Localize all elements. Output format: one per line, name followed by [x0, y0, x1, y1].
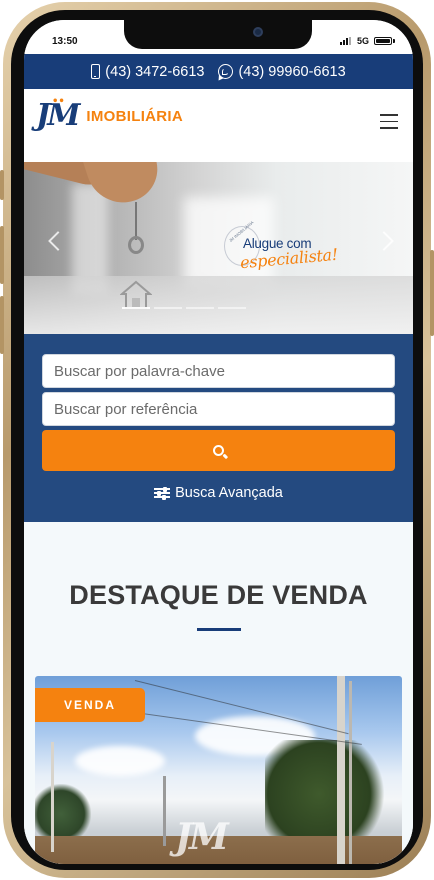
utility-pole-2 [349, 681, 352, 864]
contact-bar: (43) 3472-6613 (43) 99960-6613 [24, 54, 413, 89]
search-icon [213, 445, 224, 456]
keyword-search-input[interactable] [42, 354, 395, 388]
house-keychain-icon [120, 280, 152, 309]
advanced-search-link[interactable]: Busca Avançada [24, 485, 413, 501]
section-title: DESTAQUE DE VENDA [69, 580, 368, 610]
logo-mark: JM •• [36, 96, 80, 133]
search-panel: Busca Avançada [24, 334, 413, 522]
mute-switch [0, 170, 4, 200]
volume-down-button [0, 296, 4, 354]
reference-search-input[interactable] [42, 392, 395, 426]
whatsapp-contact-link[interactable]: (43) 99960-6613 [218, 63, 346, 80]
front-camera [253, 27, 263, 37]
carousel-dot-1[interactable] [122, 307, 150, 309]
trees-left [35, 784, 91, 844]
logo-dots: •• [52, 96, 65, 107]
property-card[interactable]: VENDA JM [35, 676, 402, 864]
sale-badge: VENDA [35, 688, 145, 722]
carousel-prev-arrow[interactable] [48, 231, 68, 251]
hamburger-menu-icon[interactable] [380, 114, 398, 129]
hero-slogan: JM IMOBILIÁRIA Alugue com especialista! [224, 220, 354, 272]
title-underline [197, 628, 241, 631]
carousel-dot-2[interactable] [154, 307, 182, 309]
key-icon [128, 236, 144, 254]
carousel-next-arrow[interactable] [374, 231, 394, 251]
street-pole [163, 776, 166, 846]
carousel-dot-4[interactable] [218, 307, 246, 309]
phone-contact-link[interactable]: (43) 3472-6613 [91, 64, 204, 80]
site-logo[interactable]: JM •• IMOBILIÁRIA [36, 96, 184, 133]
sliders-icon [154, 486, 171, 500]
street-lamp [51, 742, 54, 852]
battery-cap [393, 39, 395, 43]
whatsapp-number: (43) 99960-6613 [238, 63, 346, 80]
advanced-search-label: Busca Avançada [175, 485, 283, 501]
highlight-section: DESTAQUE DE VENDA VENDA JM [24, 522, 413, 864]
status-bar: 13:50 5G [24, 20, 413, 54]
phone-screen: 13:50 5G (43) 3472-6613 (43) 99960-6613 … [24, 20, 413, 864]
signal-icon [340, 37, 354, 45]
status-time: 13:50 [52, 36, 78, 47]
cloud [75, 746, 165, 776]
network-label: 5G [357, 36, 370, 46]
phone-number: (43) 3472-6613 [105, 63, 205, 80]
volume-up-button [0, 226, 4, 284]
logo-text: IMOBILIÁRIA [86, 107, 184, 125]
battery-icon [374, 37, 392, 45]
hero-carousel: JM IMOBILIÁRIA Alugue com especialista! [24, 162, 413, 334]
carousel-dot-3[interactable] [186, 307, 214, 309]
search-button[interactable] [42, 430, 395, 471]
site-header: JM •• IMOBILIÁRIA [24, 89, 413, 162]
hero-floor [24, 276, 413, 334]
power-button [430, 250, 434, 336]
key-chain [135, 202, 137, 240]
watermark-logo: JM [175, 816, 229, 858]
whatsapp-icon [218, 64, 234, 79]
mobile-phone-icon [91, 64, 101, 79]
utility-pole [337, 676, 345, 864]
notch [124, 20, 312, 49]
carousel-indicators [122, 307, 246, 309]
